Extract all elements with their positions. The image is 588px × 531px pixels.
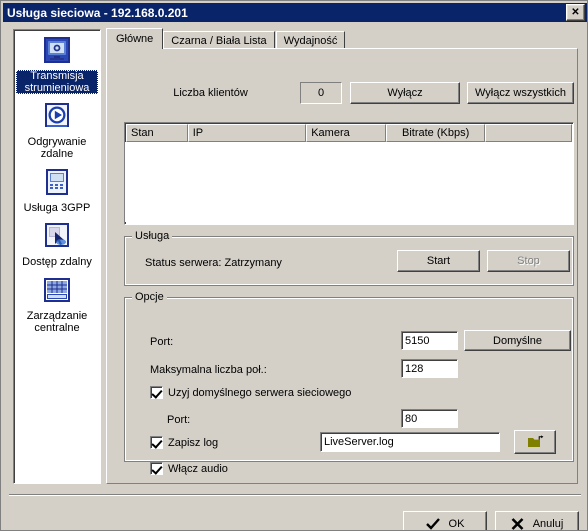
sidebar-item-remote-playback[interactable]: Odgrywanie zdalne — [14, 100, 100, 160]
ok-button-label: OK — [448, 517, 465, 530]
cancel-button[interactable]: Anuluj — [495, 511, 579, 530]
cancel-button-label: Anuluj — [532, 517, 564, 530]
titlebar[interactable]: Usługa sieciowa - 192.168.0.201 ✕ — [3, 3, 587, 22]
sidebar-item-label: Odgrywanie zdalne — [27, 136, 87, 160]
disconnect-all-button[interactable]: Wyłącz wszystkich — [467, 82, 574, 104]
tab-page-glowne: Liczba klientów 0 Wyłącz Wyłącz wszystki… — [106, 48, 578, 484]
sidebar: Transmisja strumieniowa Odgrywanie zdaln… — [13, 29, 101, 484]
server-status-label: Status serwera: Zatrzymany — [145, 257, 282, 269]
sidebar-item-label: Transmisja strumieniowa — [16, 70, 98, 94]
tab-czarna-biala-lista[interactable]: Czarna / Biała Lista — [163, 31, 275, 49]
service-group: Usługa Status serwera: Zatrzymany Start … — [124, 230, 574, 286]
table-body — [125, 142, 573, 222]
close-icon[interactable]: ✕ — [566, 4, 585, 21]
port-label: Port: — [150, 336, 174, 348]
column-header-empty[interactable] — [485, 124, 572, 142]
client-area: Transmisja strumieniowa Odgrywanie zdaln… — [3, 24, 587, 530]
footer-separator — [9, 494, 581, 496]
max-connections-label: Maksymalna liczba poł.: — [150, 364, 267, 376]
sidebar-item-streaming[interactable]: Transmisja strumieniowa — [14, 34, 100, 94]
save-log-label: Zapisz log — [168, 436, 219, 449]
enable-audio-checkbox[interactable]: Włącz audio — [150, 462, 228, 475]
checkbox-icon — [150, 436, 163, 449]
disconnect-button[interactable]: Wyłącz — [350, 82, 460, 104]
window-title: Usługa sieciowa - 192.168.0.201 — [7, 5, 188, 20]
options-group-title: Opcje — [132, 291, 167, 303]
browse-log-button[interactable] — [514, 430, 556, 454]
save-log-checkbox[interactable]: Zapisz log — [150, 436, 218, 449]
options-group: Opcje Port: 5150 Domyślne Maksymalna lic… — [124, 291, 574, 475]
clients-table[interactable]: Stan IP Kamera Bitrate (Kbps) — [124, 122, 574, 225]
stop-button: Stop — [487, 250, 570, 272]
sidebar-item-label: Zarządzanie centralne — [26, 310, 88, 334]
port-input[interactable]: 5150 — [401, 331, 458, 350]
column-header-ip[interactable]: IP — [187, 124, 307, 142]
max-connections-input[interactable]: 128 — [401, 359, 458, 378]
client-count-button[interactable]: Liczba klientów — [129, 82, 292, 104]
column-header-kamera[interactable]: Kamera — [306, 124, 386, 142]
defaults-button[interactable]: Domyślne — [464, 330, 571, 351]
use-default-webserver-checkbox[interactable]: Uzyj domyślnego serwera sieciowego — [150, 386, 351, 399]
network-service-dialog: Usługa sieciowa - 192.168.0.201 ✕ Transm… — [0, 0, 588, 531]
sidebar-item-3gpp[interactable]: Usługa 3GPP — [14, 166, 100, 214]
mobile-phone-icon — [46, 169, 68, 195]
sidebar-item-central-management[interactable]: Zarządzanie centralne — [14, 274, 100, 334]
play-circle-icon — [45, 103, 69, 127]
log-file-input[interactable]: LiveServer.log — [320, 432, 500, 452]
tab-glowne[interactable]: Główne — [106, 28, 164, 49]
remote-cursor-icon — [45, 223, 69, 247]
service-group-title: Usługa — [132, 230, 173, 242]
server-rack-icon — [44, 278, 70, 302]
tab-strip: Główne Czarna / Biała Lista Wydajność — [106, 28, 578, 49]
ok-button[interactable]: OK — [403, 511, 487, 530]
sidebar-item-label: Dostęp zdalny — [22, 256, 92, 268]
web-port-input[interactable]: 80 — [401, 409, 458, 428]
checkbox-icon — [150, 462, 163, 475]
streaming-monitor-icon — [44, 37, 70, 63]
sidebar-item-remote-access[interactable]: Dostęp zdalny — [14, 220, 100, 268]
cross-icon — [511, 517, 524, 530]
client-count-value: 0 — [300, 82, 342, 104]
checkbox-icon — [150, 386, 163, 399]
open-folder-icon — [527, 435, 543, 447]
column-header-bitrate[interactable]: Bitrate (Kbps) — [385, 124, 486, 142]
checkmark-icon — [425, 517, 440, 530]
web-port-label: Port: — [167, 414, 191, 426]
sidebar-item-label: Usługa 3GPP — [23, 202, 91, 214]
enable-audio-label: Włącz audio — [168, 462, 228, 475]
table-header-row: Stan IP Kamera Bitrate (Kbps) — [126, 124, 572, 142]
tab-wydajnosc[interactable]: Wydajność — [275, 31, 346, 49]
column-header-stan[interactable]: Stan — [126, 124, 188, 142]
start-button[interactable]: Start — [397, 250, 480, 272]
use-default-webserver-label: Uzyj domyślnego serwera sieciowego — [168, 386, 352, 399]
